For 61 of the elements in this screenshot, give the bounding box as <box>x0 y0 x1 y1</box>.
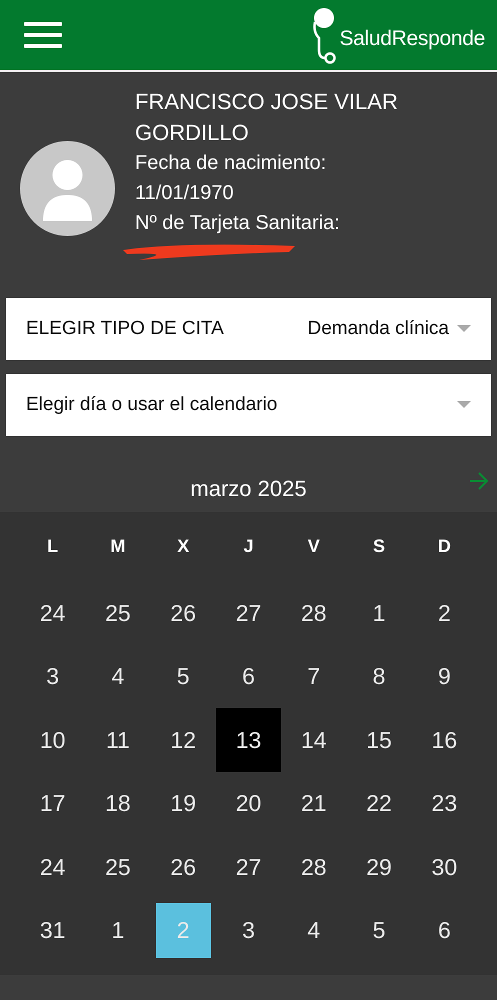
weekday-label: D <box>436 534 452 558</box>
calendar-day[interactable]: 1 <box>346 581 412 646</box>
calendar-day[interactable]: 27 <box>216 835 281 900</box>
calendar-day[interactable]: 11 <box>85 708 150 772</box>
calendar-day[interactable]: 27 <box>216 581 281 646</box>
calendar-day[interactable]: 31 <box>20 898 86 963</box>
weekday-label: M <box>109 534 126 558</box>
calendar-day[interactable]: 24 <box>20 581 86 646</box>
weekday-label: V <box>306 534 321 558</box>
day-select[interactable]: Elegir día o usar el calendario <box>6 374 491 436</box>
calendar-day[interactable]: 28 <box>281 835 346 900</box>
calendar-day[interactable]: 26 <box>150 581 216 646</box>
calendar-day[interactable]: 1 <box>85 898 150 963</box>
month-title: marzo 2025 <box>190 476 307 502</box>
stethoscope-icon <box>311 6 338 64</box>
calendar-day[interactable]: 3 <box>20 644 86 709</box>
calendar-day[interactable]: 25 <box>85 581 150 646</box>
calendar-day[interactable]: 17 <box>20 772 86 836</box>
calendar-day[interactable]: 26 <box>150 835 216 900</box>
birth-date: 11/01/1970 <box>135 181 235 206</box>
patient-name: FRANCISCO JOSE VILAR GORDILLO <box>135 88 399 147</box>
calendar-day[interactable]: 4 <box>85 644 150 709</box>
caret-icon <box>457 401 471 409</box>
calendar-day[interactable]: 19 <box>150 772 216 836</box>
calendar-day[interactable]: 4 <box>281 898 346 963</box>
calendar-day[interactable]: 24 <box>20 835 86 900</box>
calendar-day[interactable]: 9 <box>412 644 477 709</box>
calendar-day[interactable]: 25 <box>85 835 150 900</box>
calendar-day[interactable]: 8 <box>346 644 412 709</box>
calendar-day[interactable]: 20 <box>216 772 281 836</box>
calendar-day[interactable]: 22 <box>346 772 412 836</box>
calendar-day[interactable]: 16 <box>412 708 477 772</box>
caret-icon <box>457 325 471 333</box>
calendar-day[interactable]: 29 <box>346 835 412 900</box>
calendar-day[interactable]: 2 <box>412 581 477 646</box>
calendar-day[interactable]: 3 <box>216 898 281 963</box>
weekday-label: S <box>372 534 386 558</box>
calendar-day[interactable]: 12 <box>150 708 216 772</box>
next-arrow-icon[interactable] <box>469 472 489 490</box>
calendar-day[interactable]: 13 <box>216 708 281 772</box>
calendar-day[interactable]: 21 <box>281 772 346 836</box>
calendar-day[interactable]: 5 <box>150 644 216 709</box>
calendar-day[interactable]: 18 <box>85 772 150 836</box>
health-card-label: Nº de Tarjeta Sanitaria: <box>135 211 341 236</box>
calendar-day[interactable]: 7 <box>281 644 346 709</box>
birth-date-label: Fecha de nacimiento: <box>135 151 328 176</box>
weekday-label: L <box>46 534 60 558</box>
appointment-type-select[interactable]: ELEGIR TIPO DE CITA Demanda clínica <box>6 298 491 360</box>
menu-button[interactable] <box>24 22 62 48</box>
calendar-day[interactable]: 30 <box>412 835 477 900</box>
weekday-label: X <box>176 534 190 558</box>
calendar-day[interactable]: 6 <box>412 898 477 963</box>
calendar-day[interactable]: 15 <box>346 708 412 772</box>
calendar-day[interactable]: 28 <box>281 581 346 646</box>
calendar-day[interactable]: 5 <box>346 898 412 963</box>
calendar-day[interactable]: 23 <box>412 772 477 836</box>
logo-text: SaludResponde <box>339 27 485 51</box>
weekday-label: J <box>242 534 254 558</box>
calendar-day[interactable]: 14 <box>281 708 346 772</box>
calendar-day[interactable]: 10 <box>20 708 86 772</box>
calendar-day[interactable]: 6 <box>216 644 281 709</box>
